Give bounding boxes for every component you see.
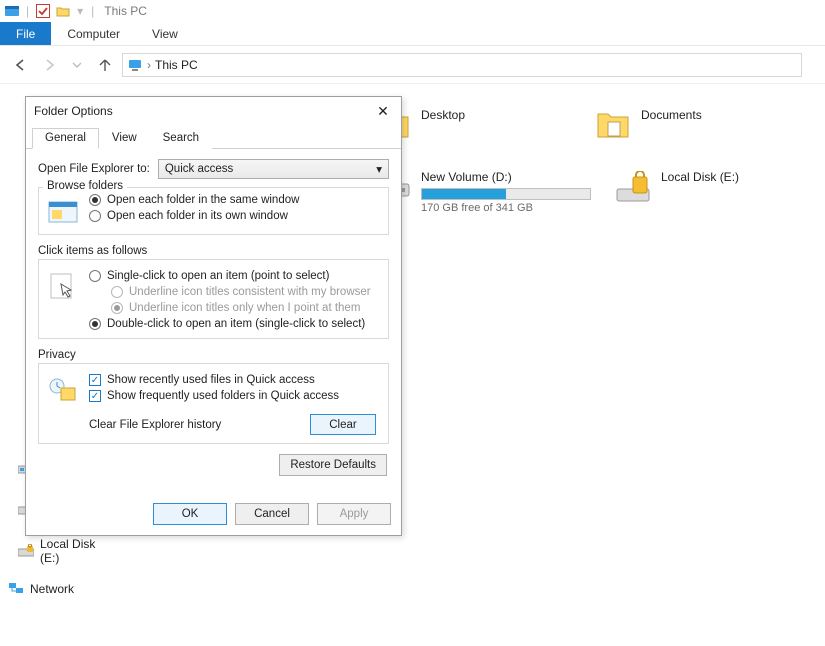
drive-label: New Volume (D:)	[421, 170, 591, 184]
dialog-buttons: OK Cancel Apply	[26, 495, 401, 535]
sidebar-item-local-e[interactable]: Local Disk (E:)	[8, 534, 97, 568]
drive-usage-bar	[421, 188, 591, 200]
chevron-right-icon[interactable]: ›	[147, 58, 151, 72]
radio-icon	[111, 286, 123, 298]
locked-drive-large-icon	[615, 170, 651, 206]
folder-options-dialog: Folder Options ✕ General View Search Ope…	[25, 96, 402, 536]
folder-desktop[interactable]: Desktop	[375, 104, 555, 140]
group-click-items: Single-click to open an item (point to s…	[38, 259, 389, 339]
dialog-titlebar: Folder Options ✕	[26, 97, 401, 125]
check-icon[interactable]	[35, 3, 51, 19]
close-button[interactable]: ✕	[373, 103, 393, 120]
drive-label: Local Disk (E:)	[661, 170, 739, 184]
navbar: › This PC	[0, 46, 825, 84]
address-bar[interactable]: › This PC	[122, 53, 802, 77]
click-items-legend: Click items as follows	[38, 245, 389, 257]
ok-button[interactable]: OK	[153, 503, 227, 525]
drive-subtext: 170 GB free of 341 GB	[421, 202, 591, 214]
open-to-select[interactable]: Quick access ▾	[158, 159, 389, 179]
browse-icon	[47, 194, 79, 226]
checkbox-label: Show recently used files in Quick access	[107, 374, 315, 386]
drive-local-e[interactable]: Local Disk (E:)	[615, 170, 815, 214]
separator: |	[91, 4, 94, 18]
radio-icon	[89, 210, 101, 222]
radio-label: Open each folder in the same window	[107, 194, 299, 206]
radio-label: Single-click to open an item (point to s…	[107, 270, 329, 282]
ribbon-tab-view[interactable]: View	[136, 22, 194, 45]
group-privacy: ✓ Show recently used files in Quick acce…	[38, 363, 389, 444]
radio-icon	[89, 270, 101, 282]
checkbox-icon: ✓	[89, 390, 101, 402]
radio-label: Open each folder in its own window	[107, 210, 288, 222]
radio-label: Double-click to open an item (single-cli…	[107, 318, 365, 330]
clear-history-label: Clear File Explorer history	[89, 419, 221, 431]
group-browse-folders: Browse folders Open each folder in the s…	[38, 187, 389, 235]
privacy-legend: Privacy	[38, 349, 389, 361]
apply-button[interactable]: Apply	[317, 503, 391, 525]
forward-button[interactable]	[38, 54, 60, 76]
folder-label: Documents	[641, 104, 702, 122]
folder-documents[interactable]: Documents	[595, 104, 775, 140]
chevron-down-icon: ▾	[376, 162, 382, 176]
locked-drive-icon	[18, 544, 34, 558]
radio-single-click[interactable]: Single-click to open an item (point to s…	[89, 270, 380, 282]
separator: ▾	[77, 4, 83, 18]
titlebar: | ▾ | This PC	[0, 0, 825, 22]
window-title: This PC	[104, 4, 147, 18]
radio-same-window[interactable]: Open each folder in the same window	[89, 194, 380, 206]
sidebar-item-network[interactable]: Network	[8, 578, 97, 600]
radio-label: Underline icon titles consistent with my…	[129, 286, 371, 298]
restore-defaults-button[interactable]: Restore Defaults	[279, 454, 387, 476]
sidebar-item-label: Network	[30, 582, 74, 596]
privacy-icon	[47, 374, 79, 406]
radio-icon	[89, 318, 101, 330]
radio-icon	[111, 302, 123, 314]
drive-new-volume[interactable]: New Volume (D:) 170 GB free of 341 GB	[375, 170, 575, 214]
checkbox-frequent-folders[interactable]: ✓ Show frequently used folders in Quick …	[89, 390, 380, 402]
ribbon: File Computer View	[0, 22, 825, 46]
tab-view[interactable]: View	[99, 128, 150, 149]
radio-label: Underline icon titles only when I point …	[129, 302, 360, 314]
checkbox-recent-files[interactable]: ✓ Show recently used files in Quick acce…	[89, 374, 380, 386]
radio-underline-point: Underline icon titles only when I point …	[111, 302, 380, 314]
radio-double-click[interactable]: Double-click to open an item (single-cli…	[89, 318, 380, 330]
address-text: This PC	[155, 58, 198, 72]
click-icon	[47, 270, 79, 302]
dialog-title: Folder Options	[34, 104, 113, 118]
dialog-body: Open File Explorer to: Quick access ▾ Br…	[26, 149, 401, 495]
back-button[interactable]	[10, 54, 32, 76]
radio-own-window[interactable]: Open each folder in its own window	[89, 210, 380, 222]
checkbox-label: Show frequently used folders in Quick ac…	[107, 390, 339, 402]
radio-icon	[89, 194, 101, 206]
select-value: Quick access	[165, 163, 233, 175]
app-icon	[4, 3, 20, 19]
ribbon-tab-file[interactable]: File	[0, 22, 51, 45]
checkbox-icon: ✓	[89, 374, 101, 386]
recent-dropdown[interactable]	[66, 54, 88, 76]
tab-search[interactable]: Search	[150, 128, 212, 149]
open-to-label: Open File Explorer to:	[38, 163, 150, 175]
separator: |	[26, 4, 29, 18]
ribbon-tab-computer[interactable]: Computer	[51, 22, 136, 45]
folder-label: Desktop	[421, 104, 465, 122]
group-legend: Browse folders	[43, 180, 127, 192]
drive-usage-fill	[422, 189, 506, 199]
up-button[interactable]	[94, 54, 116, 76]
dialog-tabs: General View Search	[26, 125, 401, 149]
tab-general[interactable]: General	[32, 128, 99, 149]
sidebar-item-label: Local Disk (E:)	[40, 537, 97, 565]
pc-icon	[127, 57, 143, 73]
folder-small-icon[interactable]	[55, 3, 71, 19]
cancel-button[interactable]: Cancel	[235, 503, 309, 525]
clear-button[interactable]: Clear	[310, 414, 376, 435]
network-icon	[8, 581, 24, 597]
radio-underline-browser: Underline icon titles consistent with my…	[111, 286, 380, 298]
documents-folder-icon	[595, 104, 631, 140]
